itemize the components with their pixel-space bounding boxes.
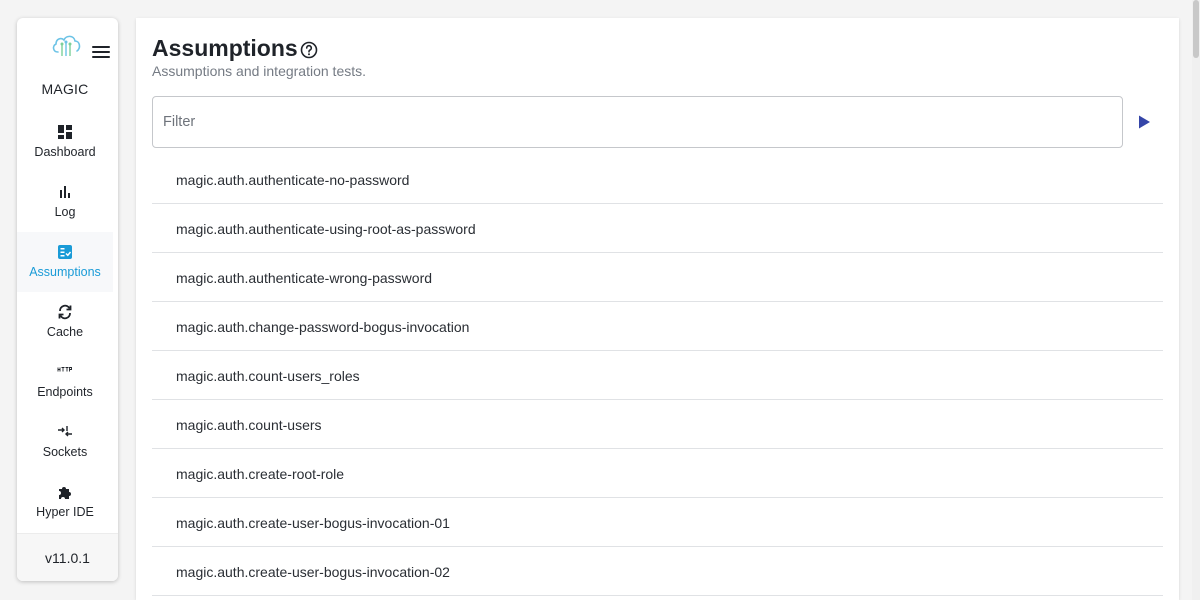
list-item[interactable]: magic.auth.authenticate-using-root-as-pa… xyxy=(152,204,1163,253)
sidebar-item-log[interactable]: Log xyxy=(17,172,113,232)
sidebar-item-hyper-ide[interactable]: Hyper IDE xyxy=(17,472,113,532)
assumptions-list: magic.auth.authenticate-no-password magi… xyxy=(152,155,1163,596)
page-title: Assumptions xyxy=(152,35,298,61)
play-icon[interactable] xyxy=(1134,112,1154,132)
list-item[interactable]: magic.auth.authenticate-wrong-password xyxy=(152,253,1163,302)
list-item[interactable]: magic.auth.count-users_roles xyxy=(152,351,1163,400)
sidebar-nav: Dashboard Log Assumptions Cache Endpoint… xyxy=(17,112,118,548)
hamburger-line xyxy=(92,56,110,58)
main-content: Assumptions Assumptions and integration … xyxy=(136,18,1179,600)
checklist-icon xyxy=(58,245,72,259)
sidebar-item-label: Endpoints xyxy=(37,385,93,399)
puzzle-icon xyxy=(59,487,71,499)
dashboard-icon xyxy=(58,125,72,139)
sidebar-item-label: Sockets xyxy=(42,445,88,459)
sockets-icon xyxy=(58,426,72,437)
refresh-icon xyxy=(58,304,72,320)
sidebar-item-endpoints[interactable]: Endpoints xyxy=(17,352,113,412)
list-item[interactable]: magic.auth.create-user-bogus-invocation-… xyxy=(152,498,1163,547)
sidebar-item-dashboard[interactable]: Dashboard xyxy=(17,112,113,172)
sidebar-item-label: Log xyxy=(54,205,76,219)
hamburger-line xyxy=(92,51,110,53)
list-item[interactable]: magic.auth.change-password-bogus-invocat… xyxy=(152,302,1163,351)
cloud-circuit-icon xyxy=(52,35,81,56)
list-item[interactable]: magic.auth.count-users xyxy=(152,400,1163,449)
sidebar-item-label: Hyper IDE xyxy=(36,505,94,519)
page-scrollbar[interactable] xyxy=(1192,0,1200,600)
sidebar-item-label: Assumptions xyxy=(29,265,101,279)
sidebar-item-sockets[interactable]: Sockets xyxy=(17,412,113,472)
version-label: v11.0.1 xyxy=(17,533,118,581)
filter-input[interactable] xyxy=(153,97,1122,147)
list-item[interactable]: magic.auth.authenticate-no-password xyxy=(152,155,1163,204)
help-icon[interactable] xyxy=(300,41,318,59)
scrollbar-thumb[interactable] xyxy=(1193,0,1199,58)
sidebar-item-label: Cache xyxy=(46,325,84,339)
brand-name: MAGIC xyxy=(41,81,89,97)
sidebar-item-cache[interactable]: Cache xyxy=(17,292,113,352)
http-icon xyxy=(57,367,73,372)
list-item[interactable]: magic.auth.create-root-role xyxy=(152,449,1163,498)
bar-chart-icon xyxy=(60,186,70,198)
menu-toggle-button[interactable] xyxy=(91,44,111,60)
filter-field[interactable] xyxy=(152,96,1123,148)
sidebar-item-assumptions[interactable]: Assumptions xyxy=(17,232,113,292)
page-subtitle: Assumptions and integration tests. xyxy=(152,63,367,79)
sidebar: MAGIC Dashboard Log Assumptions Cache En… xyxy=(17,18,118,581)
sidebar-item-label: Dashboard xyxy=(34,145,96,159)
hamburger-line xyxy=(92,46,110,48)
list-item[interactable]: magic.auth.create-user-bogus-invocation-… xyxy=(152,547,1163,596)
